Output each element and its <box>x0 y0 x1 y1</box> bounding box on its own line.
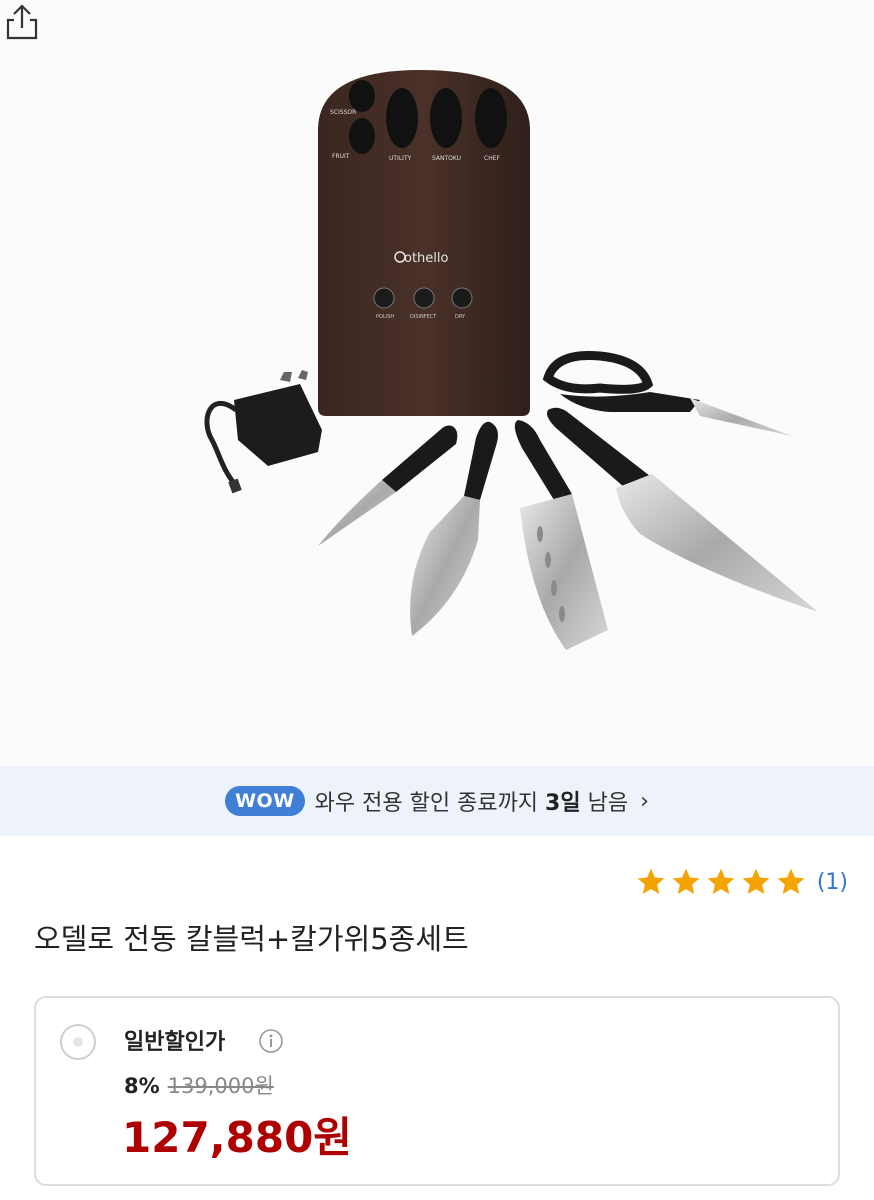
wow-banner-text: 와우 전용 할인 종료까지 3일 남음 <box>315 785 628 817</box>
button-label-dry: DRY <box>455 314 466 320</box>
info-icon[interactable] <box>258 1028 284 1054</box>
star-icon <box>777 868 805 894</box>
chevron-right-icon: › <box>640 788 649 814</box>
original-price: 139,000원 <box>167 1074 274 1098</box>
button-label-disinfect: DISINFECT <box>410 314 437 320</box>
product-rating[interactable]: (1) <box>632 866 848 898</box>
share-icon[interactable] <box>0 0 44 44</box>
review-count-link[interactable]: (1) <box>817 870 848 895</box>
block-label-utility: UTILITY <box>389 155 412 162</box>
star-icon <box>672 868 700 894</box>
wow-banner-text-post: 남음 <box>580 791 629 816</box>
price-option-radio[interactable] <box>60 1024 96 1060</box>
wow-days-remaining: 3일 <box>545 791 581 816</box>
wow-discount-banner[interactable]: WOW 와우 전용 할인 종료까지 3일 남음 › <box>0 766 874 836</box>
product-title: 오델로 전동 칼블럭+칼가위5종세트 <box>34 922 469 956</box>
block-label-chef: CHEF <box>484 155 500 162</box>
block-label-scissor: SCISSOR <box>330 109 356 116</box>
product-image: SCISSOR FRUIT UTILITY SANTOKU CHEF othel… <box>0 0 874 766</box>
star-icon <box>637 868 665 894</box>
wow-badge: WOW <box>225 786 305 816</box>
price-option-card[interactable]: 일반할인가 8% 139,000원 127,880원 <box>34 996 840 1186</box>
wow-banner-text-pre: 와우 전용 할인 종료까지 <box>314 791 546 816</box>
star-icon <box>707 868 735 894</box>
discount-row: 8% 139,000원 <box>124 1070 274 1100</box>
discount-rate: 8% <box>124 1074 160 1098</box>
block-label-fruit: FRUIT <box>332 153 350 160</box>
price-type-label: 일반할인가 <box>124 1030 226 1055</box>
final-price: 127,880원 <box>122 1113 352 1162</box>
star-icon <box>742 868 770 894</box>
block-label-santoku: SANTOKU <box>432 155 461 162</box>
button-label-polish: POLISH <box>376 314 394 320</box>
knife-block-set-illustration: SCISSOR FRUIT UTILITY SANTOKU CHEF othel… <box>204 70 818 650</box>
brand-logo-text: othello <box>404 251 449 266</box>
